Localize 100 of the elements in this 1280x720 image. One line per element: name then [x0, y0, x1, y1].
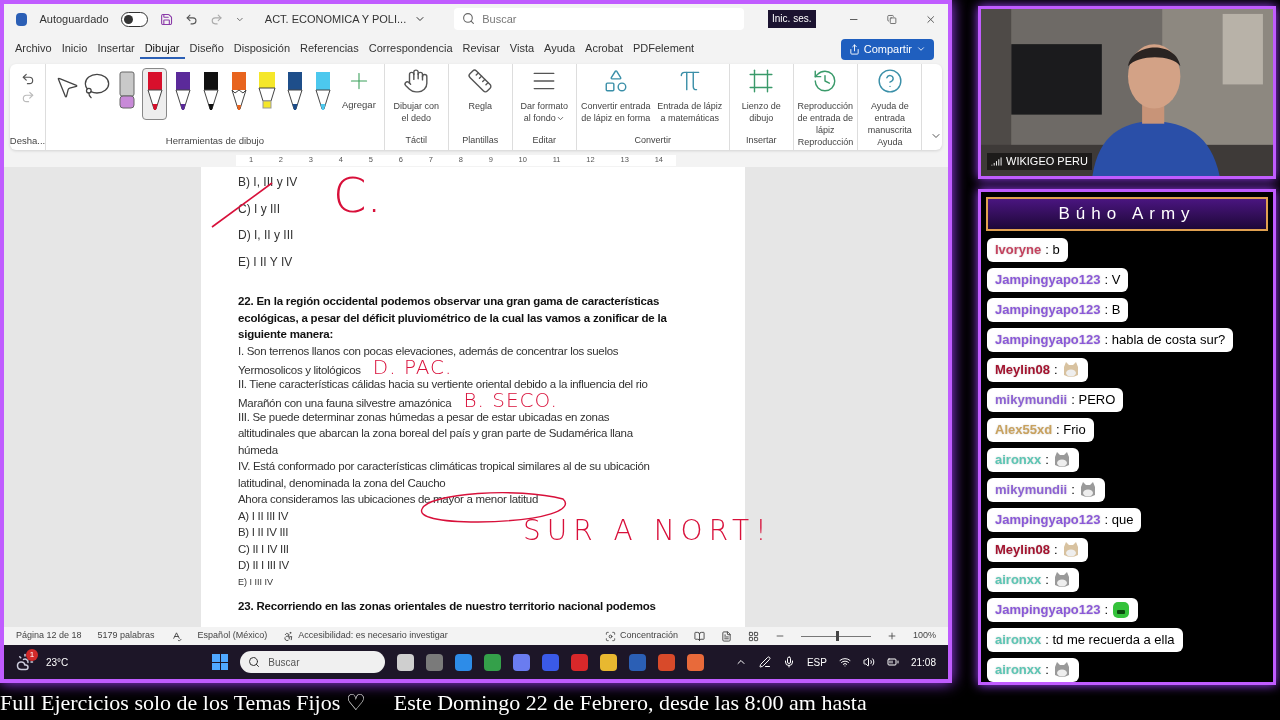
chat-text: : habla de costa sur? — [1104, 331, 1226, 350]
temperature: 23°C — [46, 655, 69, 670]
menu-tab[interactable]: Inicio — [56, 39, 93, 59]
app-icon[interactable] — [397, 653, 415, 671]
canvas-icon — [748, 68, 775, 94]
search-field[interactable]: Buscar — [454, 8, 745, 30]
chat-text: : — [1045, 451, 1049, 470]
volume-icon[interactable] — [862, 656, 875, 668]
page-count[interactable]: Página 12 de 18 — [16, 629, 82, 643]
group-label: Reproducción — [797, 136, 854, 149]
undo-icon[interactable] — [20, 72, 35, 86]
menu-tab[interactable]: Archivo — [10, 39, 57, 59]
document-text: Ahora consideramos las ubicaciones de mayor a menor latitud — [238, 493, 538, 505]
restore-icon[interactable] — [886, 13, 897, 25]
hand-icon — [403, 68, 430, 94]
eraser-icon — [118, 71, 135, 111]
document-title[interactable]: ACT. ECONOMICA Y POLI... — [264, 10, 427, 28]
wifi-icon[interactable] — [838, 656, 851, 668]
chat-text: : PERO — [1071, 391, 1116, 410]
pen-icon — [286, 71, 303, 113]
group-label: Táctil — [404, 134, 429, 147]
menu-tab[interactable]: Diseño — [184, 39, 229, 59]
chat-username: mikymundii — [995, 391, 1068, 410]
ribbon-button[interactable]: Lienzo de dibujo — [733, 68, 789, 134]
share-icon — [848, 43, 860, 55]
lasso-icon[interactable] — [83, 72, 111, 100]
ribbon-button[interactable]: Dibujar con el dedo — [388, 68, 444, 134]
weather-icon[interactable] — [16, 653, 34, 671]
language-status[interactable]: Español (México) — [197, 629, 268, 643]
document-text: D) I, II y III — [238, 227, 294, 245]
menu-tab[interactable]: Disposición — [228, 39, 296, 59]
menu-tab[interactable]: Vista — [504, 39, 540, 59]
ribbon-button[interactable]: Regla — [452, 68, 508, 134]
document-text: Marañón con una fauna silvestre amazónica — [238, 397, 452, 409]
microphone-icon[interactable] — [782, 656, 795, 668]
app-icon[interactable] — [455, 653, 473, 671]
ribbon-button[interactable]: Dar formato al fondo — [516, 68, 572, 134]
document-text: A) I II III IV — [238, 509, 289, 522]
ribbon-button[interactable]: Ayuda de entrada manuscrita — [862, 68, 918, 136]
document-text: Yermosolicos y litológicos — [238, 364, 361, 376]
print-layout-icon[interactable] — [720, 630, 732, 642]
battery-icon[interactable] — [886, 656, 899, 668]
taskbar-search-field[interactable]: Buscar — [240, 651, 386, 673]
zoom-slider[interactable] — [800, 631, 871, 641]
chat-text: : — [1053, 361, 1058, 380]
document-text: II. Tiene características cálidas hacia su vertiente oriental debido a la influencia del rio — [238, 377, 648, 390]
cat-emote-icon — [1052, 451, 1071, 469]
chat-username: aironxx — [995, 661, 1042, 680]
pen-tool[interactable] — [142, 68, 167, 120]
chat-username: Meylin08 — [995, 361, 1050, 380]
ribbon-button[interactable]: Entrada de lápiz a matemáticas — [654, 68, 725, 134]
chat-username: Jampingyapo123 — [995, 511, 1101, 530]
read-mode-icon[interactable] — [693, 630, 705, 642]
document-text: B) I II IV III — [238, 526, 289, 538]
autosave-toggle[interactable] — [120, 11, 148, 27]
cat-emote-icon — [1061, 541, 1080, 559]
focus-button[interactable]: Concentración — [604, 629, 678, 643]
app-icon[interactable] — [687, 653, 705, 671]
chat-username: Jampingyapo123 — [995, 331, 1101, 350]
document-text: altitudinales que abarcan la zona boreal del país y gran parte de Sudamérica llana — [238, 427, 633, 439]
zoom-in-icon[interactable] — [886, 631, 897, 641]
word-count[interactable]: 5179 palabras — [97, 629, 155, 643]
ribbon-button[interactable]: Reproducción de entrada de lápiz — [797, 68, 853, 136]
web-layout-icon[interactable] — [747, 630, 759, 642]
pen-icon — [314, 71, 331, 113]
menu-tab[interactable]: Ayuda — [539, 39, 581, 59]
caret-icon — [916, 44, 926, 54]
start-icon[interactable] — [212, 654, 229, 670]
autosave-label: Autoguardado — [39, 11, 109, 27]
ribbon-button[interactable]: Convertir entrada de lápiz en forma — [580, 68, 651, 134]
sign-in-button[interactable]: Inic. ses. — [768, 10, 816, 28]
add-pen-button[interactable]: Agregar — [342, 68, 376, 113]
chat-username: Jampingyapo123 — [995, 271, 1101, 290]
document-text: húmeda — [238, 443, 278, 456]
word-logo-icon[interactable] — [16, 12, 28, 26]
clock[interactable]: 21:08 — [910, 654, 936, 670]
handwritten-note: D. PAC. — [372, 355, 453, 379]
chat-username: Alex55xd — [995, 421, 1053, 440]
menu-tab[interactable]: Referencias — [295, 39, 364, 59]
help-icon — [876, 68, 903, 94]
pen-tray-icon[interactable] — [758, 656, 771, 668]
input-language[interactable]: ESP — [806, 654, 827, 670]
save-icon[interactable] — [159, 11, 173, 27]
cat-emote-icon — [1078, 481, 1097, 499]
menu-tab[interactable]: Correspondencia — [363, 39, 458, 59]
accessibility-status[interactable]: Accesibilidad: es necesario investigar — [283, 629, 448, 643]
share-button[interactable]: Compartir — [840, 38, 934, 60]
document-text: I. Son terrenos llanos con pocas elevaciones, además de concentrar los suelos — [238, 344, 619, 357]
cat-emote-icon — [1052, 571, 1071, 589]
menu-tab[interactable]: Revisar — [457, 39, 505, 59]
menu-tab[interactable]: Acrobat — [580, 39, 628, 59]
proofing-icon[interactable] — [170, 630, 182, 642]
pencil-icon — [230, 71, 247, 113]
menu-tab[interactable]: Insertar — [92, 39, 140, 59]
app-icon[interactable] — [600, 653, 618, 671]
app-icon[interactable] — [513, 653, 531, 671]
zoom-reading[interactable]: 100% — [912, 629, 936, 643]
menu-tab[interactable]: PDFelement — [628, 39, 700, 59]
menu-tab[interactable]: Dibujar — [139, 39, 185, 59]
app-icon[interactable] — [484, 653, 502, 671]
